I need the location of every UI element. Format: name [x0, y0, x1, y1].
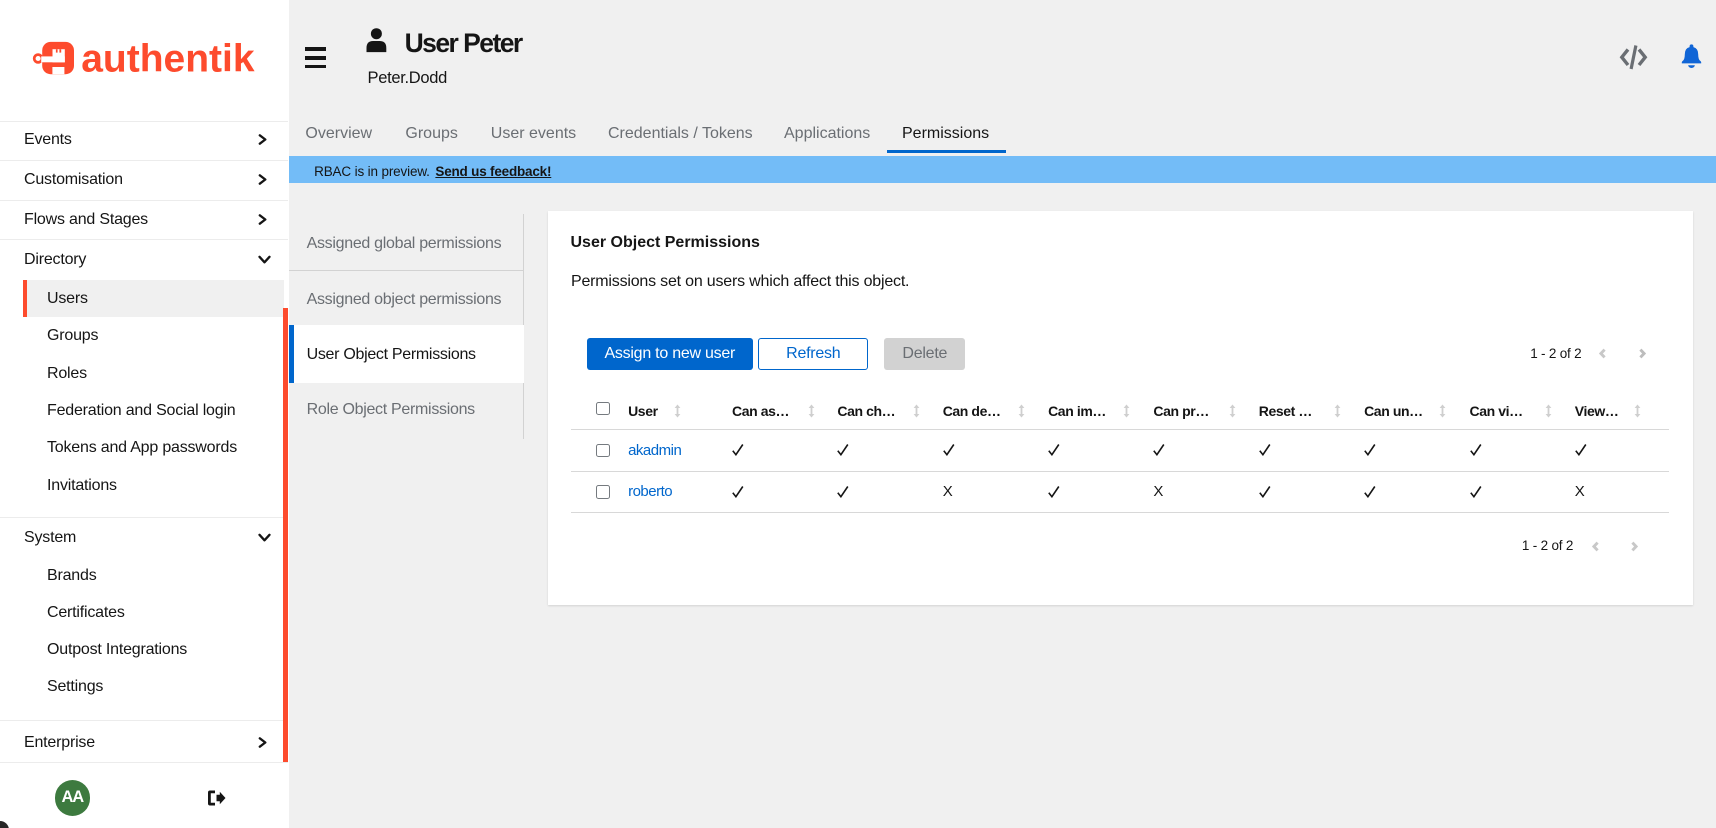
- svg-text:authentik: authentik: [81, 38, 255, 80]
